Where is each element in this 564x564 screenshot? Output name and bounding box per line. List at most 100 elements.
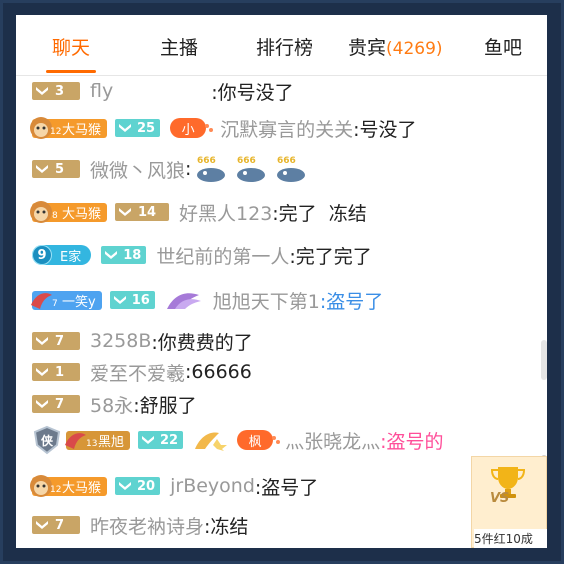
level-number: 20 xyxy=(137,478,156,494)
chat-nickname[interactable]: 旭旭天下第1 xyxy=(213,287,320,314)
fan-name: 黑旭 xyxy=(98,434,125,450)
chat-text: :盗号了 xyxy=(319,290,384,313)
fan-name: 大马猴 xyxy=(62,480,102,496)
level-number: 18 xyxy=(123,247,142,263)
chat-text: :盗号了 xyxy=(254,476,319,499)
shield-text: 侠 xyxy=(41,433,54,448)
tab-anchor[interactable]: 主播 xyxy=(160,33,198,60)
noble-level-badge: 20 xyxy=(115,477,161,495)
chat-message: 9 E家 18 世纪前的第一人 :完了完了 xyxy=(32,241,372,269)
level-number: 25 xyxy=(137,120,156,136)
fan-badge: 8 大马猴 xyxy=(30,201,108,223)
chevron-icon xyxy=(119,208,132,216)
level-number: 16 xyxy=(131,292,150,308)
level-badge: 5 xyxy=(32,160,80,178)
chat-text: :舒服了 xyxy=(133,394,197,417)
tab-vip[interactable]: 贵宾(4269) xyxy=(348,33,443,60)
club-badge: 9 E家 xyxy=(32,245,92,265)
emote-label: 666 xyxy=(277,156,296,166)
fan-level: 12 xyxy=(50,484,62,495)
dolphin-emote-icon: 666 xyxy=(197,156,226,182)
shield-icon: 侠 xyxy=(33,425,61,455)
level-number: 14 xyxy=(138,204,157,220)
chat-message: 7 58永 :舒服了 xyxy=(32,390,197,418)
chat-message: 12 大马猴 20 jrBeyond :盗号了 xyxy=(30,472,319,500)
dots-icon xyxy=(272,436,281,444)
chat-message: 侠 13 黑旭 22 枫 灬张晓龙灬 :盗号的 xyxy=(32,425,444,455)
fan-level: 12 xyxy=(50,126,62,137)
chat-nickname[interactable]: fly xyxy=(90,80,113,102)
chat-text: :冻结 xyxy=(204,515,249,538)
tab-fishbar[interactable]: 鱼吧 xyxy=(484,33,522,60)
level-number: 1 xyxy=(55,364,65,380)
chat-nickname[interactable]: 好黑人123 xyxy=(179,199,272,226)
chat-message: 1 爱至不爱羲 :66666 xyxy=(32,358,252,386)
noble-level-badge: 18 xyxy=(101,246,147,264)
chat-message: 3 fly :你号没了 xyxy=(32,77,294,105)
fan-badge: 7 一笑y xyxy=(31,290,102,310)
club-level: 9 xyxy=(32,245,52,265)
dolphin-emote-icon: 666 xyxy=(237,156,266,182)
level-badge: 7 xyxy=(32,516,80,534)
chat-nickname[interactable]: 灬张晓龙灬 xyxy=(285,427,380,454)
fan-badge: 13 黑旭 xyxy=(65,430,131,450)
fan-level: 13 xyxy=(86,438,98,449)
chat-nickname[interactable]: 58永 xyxy=(90,391,133,418)
chat-text: :你费费的了 xyxy=(151,331,253,354)
chevron-icon xyxy=(105,251,118,259)
level-number: 7 xyxy=(55,517,65,533)
fan-badge: 12 大马猴 xyxy=(30,475,108,497)
chat-nickname[interactable]: 昨夜老衲诗身 xyxy=(90,512,204,539)
chat-message: 7 一笑y 16 旭旭天下第1 :盗号了 xyxy=(31,286,384,314)
tab-ranking[interactable]: 排行榜 xyxy=(256,33,313,60)
fan-level: 7 xyxy=(52,298,58,309)
dove-logo-icon xyxy=(31,293,52,309)
vs-gift-ticket[interactable]: VS 5件红10成 xyxy=(471,456,547,548)
chat-message: 5 微微丶风狼 : 666 666 666 xyxy=(32,155,309,183)
chat-nickname[interactable]: 微微丶风狼 xyxy=(90,156,185,183)
dolphin-emote-icon: 666 xyxy=(277,156,306,182)
noble-level-badge: 16 xyxy=(109,291,155,309)
level-badge: 7 xyxy=(32,332,80,350)
chat-nickname[interactable]: 3258B xyxy=(90,330,151,352)
chevron-icon xyxy=(119,124,132,132)
chat-text: :盗号的 xyxy=(380,430,444,453)
chevron-icon xyxy=(36,368,48,376)
club-name: E家 xyxy=(60,249,82,265)
chevron-icon xyxy=(36,337,48,345)
chat-nickname[interactable]: 沉默寡言的关关 xyxy=(220,115,353,142)
level-number: 22 xyxy=(160,432,179,448)
title-badge: 小 xyxy=(170,118,214,138)
fan-name: 大马猴 xyxy=(62,122,102,138)
chat-nickname[interactable]: jrBeyond xyxy=(170,475,255,497)
emote-label: 666 xyxy=(237,156,256,166)
tab-bar: 聊天 主播 排行榜 贵宾(4269) 鱼吧 xyxy=(16,15,547,76)
chat-list[interactable]: 3 fly :你号没了 12 大马猴 25 小 沉默寡言的关关 :号没了 5 微… xyxy=(16,76,533,548)
vip-count: (4269) xyxy=(386,39,443,59)
chat-message: 7 3258B :你费费的了 xyxy=(32,327,253,355)
level-badge: 1 xyxy=(32,363,80,381)
dove-logo-icon xyxy=(65,433,86,449)
noble-level-badge: 25 xyxy=(115,119,161,137)
chat-text: :66666 xyxy=(185,361,252,383)
level-badge: 14 xyxy=(115,203,170,221)
tab-chat[interactable]: 聊天 xyxy=(52,33,90,60)
level-number: 7 xyxy=(55,333,65,349)
chevron-icon xyxy=(113,296,126,304)
chat-nickname[interactable]: 世纪前的第一人 xyxy=(156,242,289,269)
chat-text: :完了 冻结 xyxy=(272,202,367,225)
chat-text: : xyxy=(185,158,192,180)
emote-label: 666 xyxy=(197,156,216,166)
chat-nickname[interactable]: 爱至不爱羲 xyxy=(90,359,185,386)
level-badge: 3 xyxy=(32,82,80,100)
scrollbar-thumb[interactable] xyxy=(541,340,547,380)
noble-level-badge: 22 xyxy=(138,431,184,449)
chevron-icon xyxy=(36,521,48,529)
chat-message: 12 大马猴 25 小 沉默寡言的关关 :号没了 xyxy=(30,114,417,142)
level-number: 3 xyxy=(55,83,65,99)
fan-level: 8 xyxy=(52,210,58,221)
chat-text: :你号没了 xyxy=(211,81,294,104)
chat-text: :完了完了 xyxy=(289,245,372,268)
chat-text: :号没了 xyxy=(353,118,417,141)
chevron-icon xyxy=(36,87,48,95)
